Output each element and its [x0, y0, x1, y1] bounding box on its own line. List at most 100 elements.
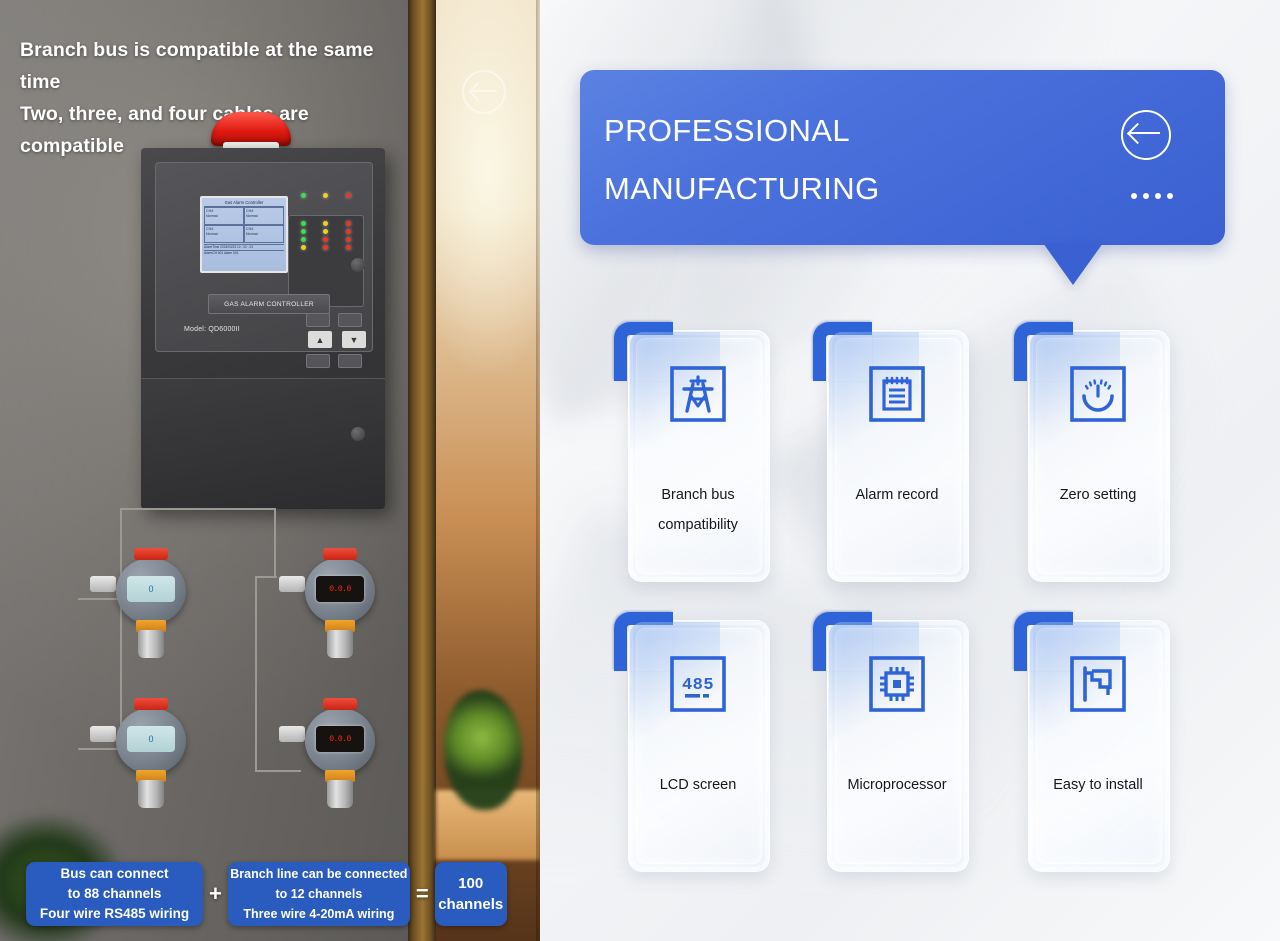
feature-card-lcd-screen[interactable]: 485 LCD screen — [614, 612, 770, 872]
alarm-beacon-dome — [211, 112, 291, 146]
controller-front-face: Gas Alarm Controller CH4 Normal CH4 Norm… — [155, 162, 373, 368]
card-corner-bracket — [813, 322, 872, 381]
feature-card-microprocessor[interactable]: Microprocessor — [813, 612, 969, 872]
badge-bus-line-3: Four wire RS485 wiring — [39, 906, 190, 921]
detector-alarm-strip — [134, 548, 168, 560]
detector-reading: 0 — [148, 734, 154, 744]
controller-lcd-display: Gas Alarm Controller CH4 Normal CH4 Norm… — [200, 196, 288, 273]
lcd-status: Normal — [206, 213, 218, 218]
watermark-arrow-icon — [462, 70, 506, 114]
led-indicator — [323, 237, 329, 242]
lcd-cell: CH4 Normal — [244, 225, 284, 244]
detector-cable-gland — [279, 576, 305, 592]
operator-equals: = — [415, 881, 429, 906]
detector-cable-gland — [279, 726, 305, 742]
lcd-status: Normal — [246, 213, 258, 218]
lcd-alarm-time: AlarmTime 2024/03/23 10 : 02 : 23 — [204, 244, 284, 249]
controller-lower-enclosure — [141, 378, 385, 509]
led-indicator — [300, 245, 306, 250]
controller-lower-lock-knob[interactable] — [351, 427, 365, 441]
controller-button-reset[interactable] — [338, 354, 362, 368]
card-corner-bracket — [813, 612, 872, 671]
lcd-gas: CH4 — [246, 209, 254, 214]
led-indicator — [346, 237, 352, 242]
feature-card-grid: Branch bus compatibility Alarm record Ze… — [540, 0, 1280, 941]
card-label: Zero setting — [1028, 480, 1168, 510]
detector-display: 0.0.0 — [316, 576, 364, 602]
lcd-alarm-channel: AlarmCH #01 Alarm 001 — [204, 250, 284, 255]
led-indicator — [300, 229, 306, 234]
lcd-gas: CH4 — [246, 227, 254, 232]
led-row — [292, 193, 360, 198]
card-corner-bracket — [1014, 322, 1073, 381]
led-indicator — [323, 221, 329, 226]
feature-card-branch-bus[interactable]: Branch bus compatibility — [614, 322, 770, 582]
led-row — [292, 245, 360, 250]
operator-plus: + — [209, 881, 222, 906]
badge-total-number: 100 — [458, 875, 484, 892]
lcd-cell: CH4 Normal — [204, 225, 244, 244]
badge-bus-channels: Bus can connect to 88 channels Four wire… — [26, 862, 203, 926]
badge-branch-line-2: to 12 channels — [275, 887, 363, 901]
gas-alarm-controller: Gas Alarm Controller CH4 Normal CH4 Norm… — [141, 148, 385, 509]
door-frame — [408, 0, 436, 941]
card-label: Microprocessor — [827, 770, 967, 800]
wire-segment — [274, 508, 276, 576]
product-photo-panel: Branch bus is compatible at the same tim… — [0, 0, 540, 941]
controller-model-label: Model: QD6000II — [184, 326, 240, 333]
badge-total-unit: channels — [438, 896, 504, 913]
card-corner-bracket — [614, 612, 673, 671]
detector-alarm-strip — [323, 698, 357, 710]
transmission-tower-icon — [670, 366, 726, 422]
lcd-gas: CH4 — [206, 209, 214, 214]
controller-button-down[interactable]: ▼ — [342, 331, 366, 348]
notepad-icon — [869, 366, 925, 422]
controller-lock-knob[interactable] — [351, 258, 365, 272]
detector-sensor-barrel — [327, 630, 353, 658]
room-plant — [444, 690, 522, 810]
svg-text:485: 485 — [682, 676, 714, 695]
feature-card-zero-setting[interactable]: Zero setting — [1014, 322, 1170, 582]
card-corner-bracket — [1014, 612, 1073, 671]
detector-alarm-strip — [134, 698, 168, 710]
badge-branch-line-3: Three wire 4-20mA wiring — [243, 907, 395, 921]
badge-bus-line-1: Bus can connect — [60, 866, 169, 881]
lcd-channel-grid: CH4 Normal CH4 Normal CH4 Normal CH4 Nor… — [204, 207, 284, 244]
detector-sensor-barrel — [327, 780, 353, 808]
card-label: Branch bus compatibility — [628, 480, 768, 540]
cpu-chip-icon — [869, 656, 925, 712]
led-normal-green — [300, 193, 306, 198]
controller-button-menu[interactable] — [306, 313, 330, 327]
led-indicator — [346, 245, 352, 250]
controller-nameplate: GAS ALARM CONTROLLER — [208, 294, 330, 314]
card-label-line-1: Branch bus — [661, 487, 735, 503]
segment-485-icon: 485 — [670, 656, 726, 712]
led-row — [292, 237, 360, 242]
feature-card-alarm-record[interactable]: Alarm record — [813, 322, 969, 582]
feature-card-easy-install[interactable]: Easy to install — [1014, 612, 1170, 872]
detector-reading: 0.0.0 — [329, 584, 351, 594]
detector-display: 0.0.0 — [316, 726, 364, 752]
badge-branch-line-1: Branch line can be connected — [230, 867, 408, 881]
card-label: Easy to install — [1028, 770, 1168, 800]
controller-button-setting[interactable] — [338, 313, 362, 327]
card-label: Alarm record — [827, 480, 967, 510]
controller-button-mute[interactable] — [306, 354, 330, 368]
detector-sensor-barrel — [138, 780, 164, 808]
detector-display: 0 — [127, 576, 175, 602]
card-label-line-2: compatibility — [658, 517, 738, 533]
detector-display: 0 — [127, 726, 175, 752]
gauge-icon — [1070, 366, 1126, 422]
badge-bus-line-2: to 88 channels — [67, 886, 162, 901]
led-row — [292, 229, 360, 234]
features-panel: PROFESSIONAL MANUFACTURING Branch bus co… — [540, 0, 1280, 941]
controller-button-up[interactable]: ▲ — [308, 331, 332, 348]
detector-sensor-barrel — [138, 630, 164, 658]
badge-branch-channels: Branch line can be connected to 12 chann… — [227, 862, 410, 926]
lcd-cell: CH4 Normal — [244, 207, 284, 226]
led-telecontrol-red — [346, 193, 352, 198]
lcd-cell: CH4 Normal — [204, 207, 244, 226]
led-indicator — [300, 237, 306, 242]
lcd-gas: CH4 — [206, 227, 214, 232]
gas-detector: 0 — [90, 690, 204, 810]
